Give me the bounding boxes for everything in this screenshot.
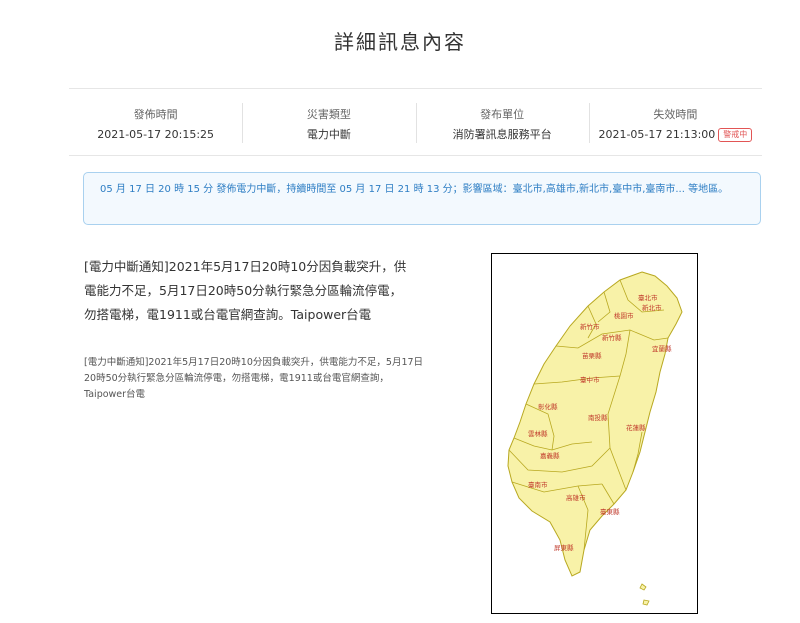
meta-value: 2021-05-17 20:15:25 xyxy=(97,128,215,141)
expire-time-text: 2021-05-17 21:13:00 xyxy=(598,128,716,141)
meta-value: 2021-05-17 21:13:00 警戒中 xyxy=(589,127,762,143)
page-title: 詳細訊息內容 xyxy=(334,30,466,54)
meta-label: 災害類型 xyxy=(306,108,351,121)
alert-message-large: [電力中斷通知]2021年5月17日20時10分因負載突升，供電能力不足，5月1… xyxy=(84,259,407,322)
county-label: 苗栗縣 xyxy=(582,351,602,360)
meta-label: 發布單位 xyxy=(480,108,525,121)
meta-label: 失效時間 xyxy=(653,108,698,121)
county-label: 新竹市 xyxy=(580,322,600,331)
county-label: 臺東縣 xyxy=(600,507,620,516)
meta-issue-time: 發佈時間 2021-05-17 20:15:25 xyxy=(69,89,242,155)
county-label: 高雄市 xyxy=(566,493,586,502)
meta-value: 消防署訊息服務平台 xyxy=(452,128,552,141)
county-label: 新竹縣 xyxy=(602,333,622,342)
affected-area-map: 臺北市 新北市 桃園市新竹市 新竹縣 苗栗縣 宜蘭縣臺中市彰化縣南投縣花蓮縣雲林縣嘉義縣臺… xyxy=(491,253,698,614)
status-badge: 警戒中 xyxy=(718,128,753,142)
county-label: 花蓮縣 xyxy=(626,423,646,432)
county-label: 屏東縣 xyxy=(554,543,574,552)
alert-message-small: [電力中斷通知]2021年5月17日20時10分因負載突升，供電能力不足，5月1… xyxy=(84,357,424,400)
county-label: 桃園市 xyxy=(614,311,634,320)
meta-disaster-type: 災害類型 電力中斷 xyxy=(242,89,415,155)
county-label: 新北市 xyxy=(642,303,662,312)
county-label: 南投縣 xyxy=(588,413,608,422)
meta-publisher: 發布單位 消防署訊息服務平台 xyxy=(415,89,589,155)
meta-expire-time: 失效時間 2021-05-17 21:13:00 警戒中 xyxy=(588,89,762,155)
county-label: 彰化縣 xyxy=(538,402,558,411)
alert-summary-box: 05 月 17 日 20 時 15 分 發佈電力中斷，持續時間至 05 月 17… xyxy=(83,172,761,225)
taiwan-map-svg: 臺北市新北市桃園市新竹市新竹縣苗栗縣 宜蘭縣臺中市彰化縣南投縣花蓮縣雲林縣嘉義縣臺… xyxy=(507,271,683,606)
meta-value: 電力中斷 xyxy=(306,128,351,141)
alert-meta-bar: 發佈時間 2021-05-17 20:15:25 災害類型 電力中斷 發布單位 … xyxy=(69,88,762,156)
meta-label: 發佈時間 xyxy=(133,108,178,121)
county-label: 臺北市 xyxy=(638,293,658,302)
county-label: 嘉義縣 xyxy=(540,451,560,460)
county-label: 宜蘭縣 xyxy=(652,344,672,353)
county-label: 雲林縣 xyxy=(528,429,548,438)
county-label: 臺南市 xyxy=(528,480,548,489)
county-label: 臺中市 xyxy=(580,375,600,384)
